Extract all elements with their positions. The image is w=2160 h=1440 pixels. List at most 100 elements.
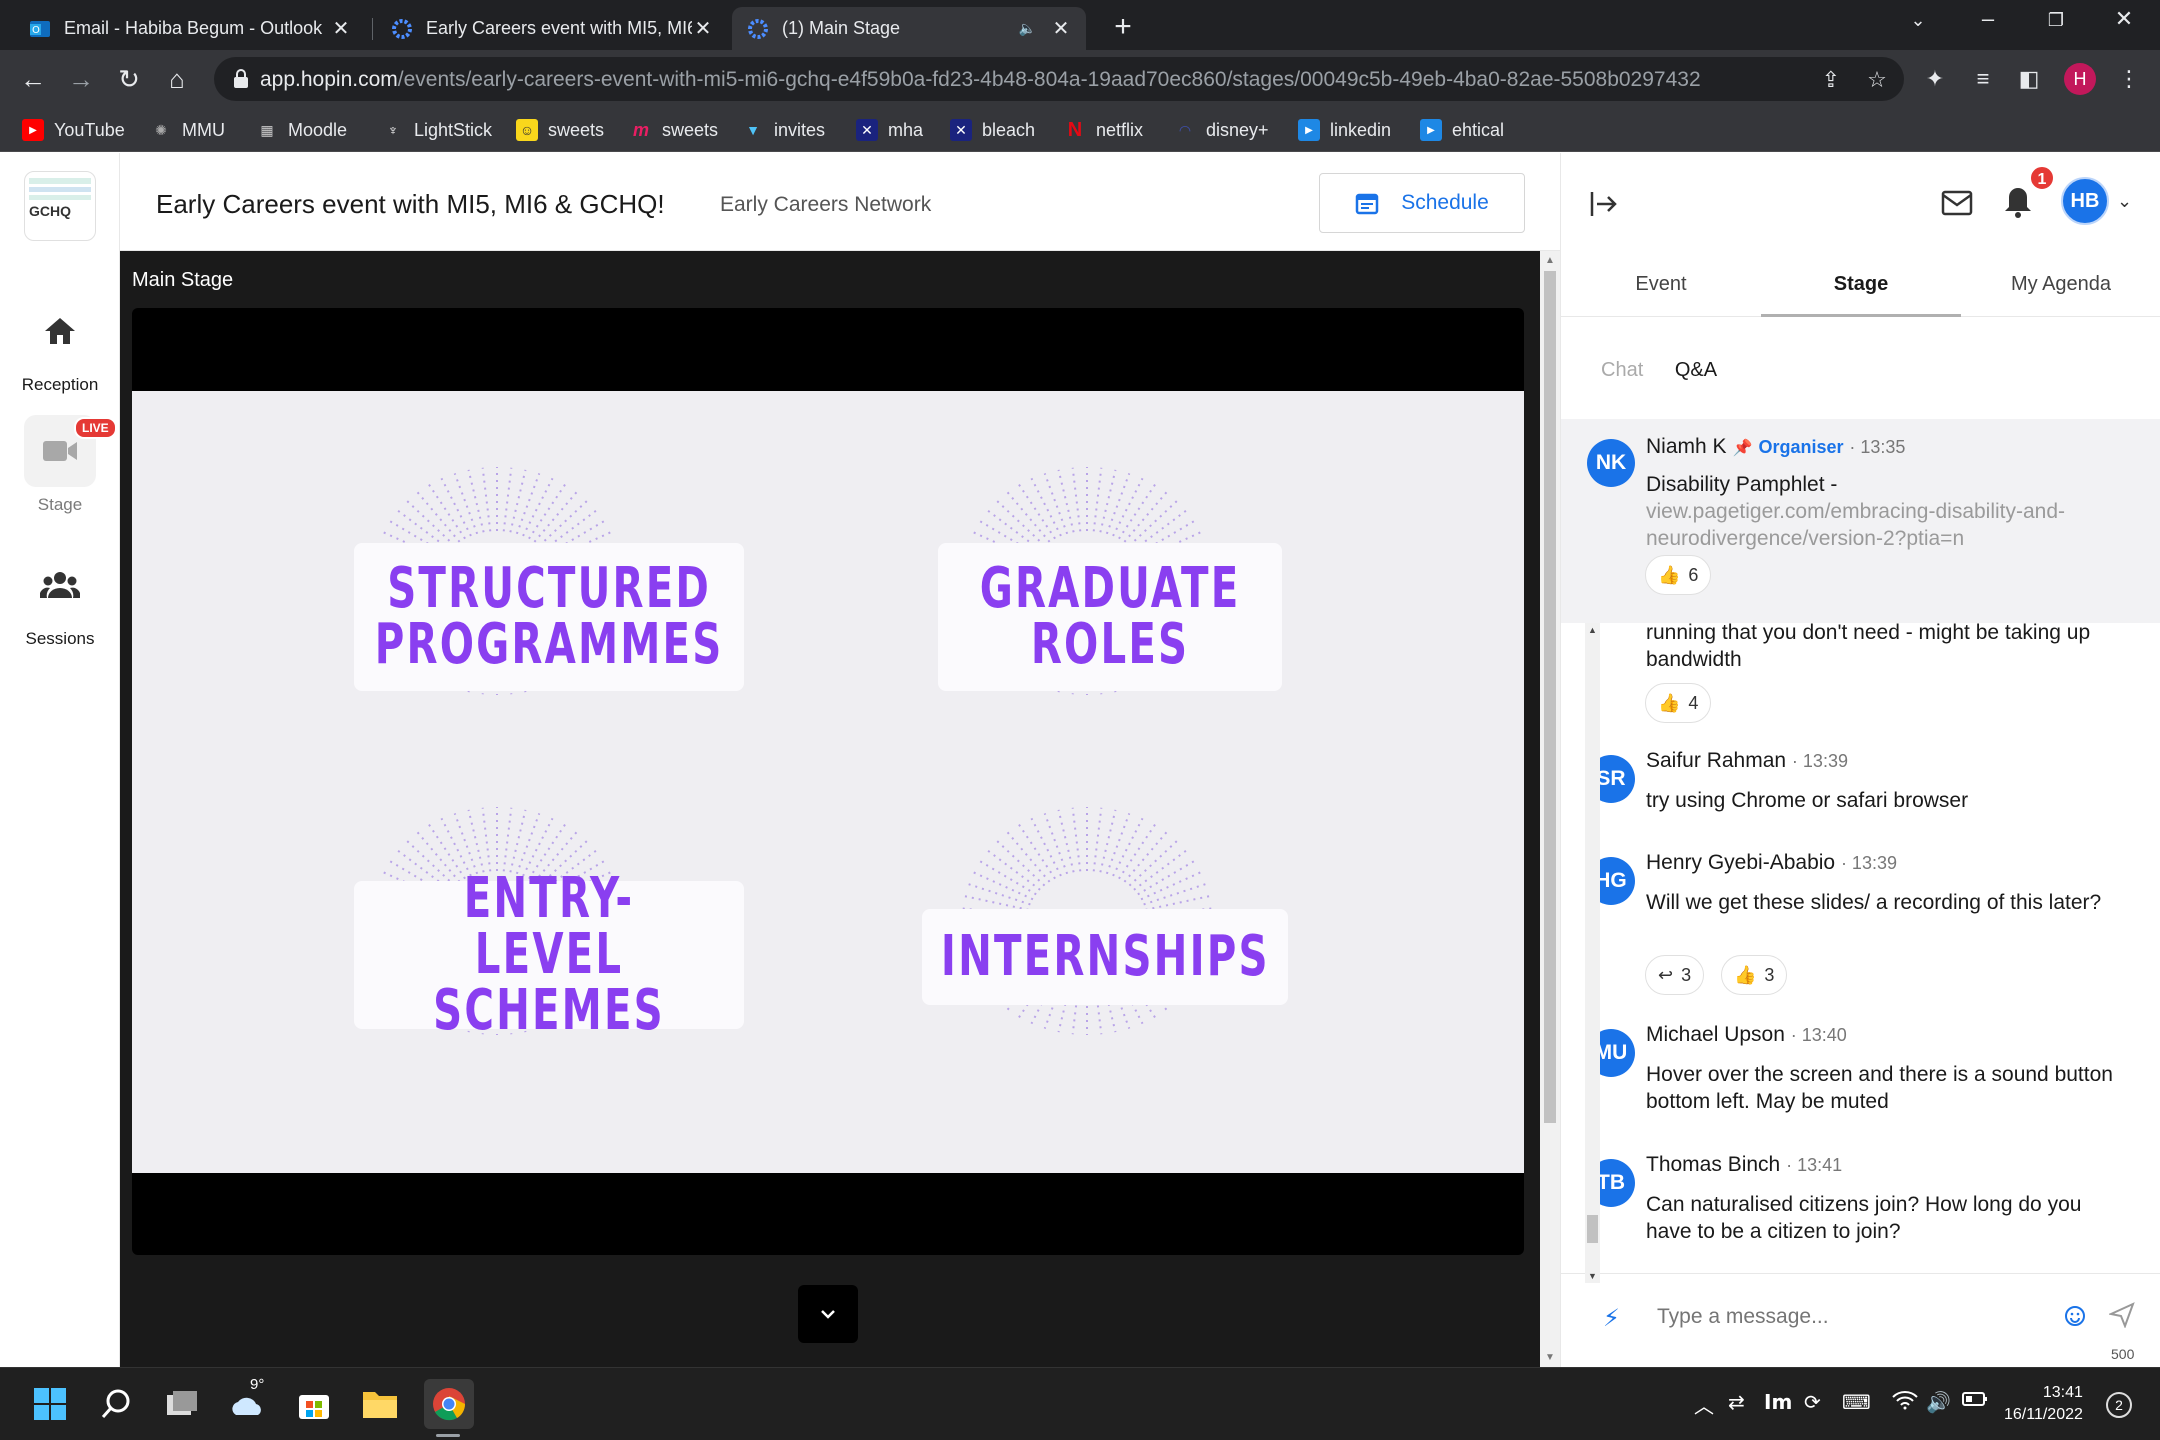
weather-icon[interactable]: 9° — [226, 1376, 270, 1426]
side-panel-icon[interactable]: ◧ — [2012, 62, 2046, 96]
send-icon[interactable] — [2109, 1302, 2135, 1328]
message-link[interactable]: view.pagetiger.com/embracing-disability-… — [1646, 498, 2126, 552]
volume-icon[interactable]: 🔊 — [1926, 1390, 1951, 1415]
subtab-qa[interactable]: Q&A — [1675, 359, 1717, 381]
message-time: · 13:40 — [1790, 1025, 1847, 1045]
profile-avatar[interactable]: H — [2064, 63, 2096, 95]
audio-playing-icon[interactable]: 🔈 — [1019, 20, 1036, 37]
keyboard-icon[interactable]: ⌨ — [1842, 1390, 1871, 1415]
chrome-icon[interactable] — [424, 1379, 474, 1429]
organizer-name[interactable]: Early Careers Network — [720, 193, 931, 217]
restore-button[interactable]: ❐ — [2036, 10, 2076, 31]
message-input[interactable] — [1657, 1292, 2057, 1342]
share-icon[interactable]: ⇪ — [1818, 67, 1844, 93]
sunburst-ray — [481, 807, 492, 872]
search-icon[interactable] — [94, 1382, 138, 1426]
sunburst-ray — [1043, 473, 1069, 535]
event-logo[interactable]: GCHQ — [24, 171, 96, 241]
expand-chevron-button[interactable] — [798, 1285, 858, 1343]
bookmark-star-icon[interactable]: ☆ — [1864, 67, 1890, 93]
bookmark-mmu[interactable]: ✺ MMU — [150, 116, 225, 144]
bookmark-ehtical[interactable]: ▶ ehtical — [1420, 116, 1504, 144]
sunburst-ray — [509, 469, 527, 533]
minimize-button[interactable]: – — [1968, 6, 2008, 32]
like-reaction-button[interactable]: 👍 6 — [1645, 555, 1712, 595]
emoji-icon[interactable] — [2063, 1304, 2087, 1328]
like-reaction-button[interactable]: 👍 3 — [1721, 955, 1788, 995]
like-reaction-button[interactable]: 👍 4 — [1645, 683, 1712, 723]
chevron-down-icon[interactable]: ⌄ — [2117, 191, 2132, 212]
bookmark-moodle[interactable]: ▦ Moodle — [256, 116, 347, 144]
tab-outlook[interactable]: O Email - Habiba Begum - Outlook ✕ — [14, 7, 366, 50]
tab-event[interactable]: Event — [1561, 251, 1761, 317]
tab-my-agenda[interactable]: My Agenda — [1961, 251, 2160, 317]
bookmark-label: Moodle — [288, 119, 348, 140]
close-tab-icon[interactable]: ✕ — [1050, 16, 1072, 41]
video-player[interactable]: STRUCTURED PROGRAMMES GRADUATE ROLES ENTRY… — [132, 308, 1524, 1255]
bookmark-sweets[interactable]: ☺ sweets — [516, 116, 604, 144]
bookmark-invites[interactable]: ▼ invites — [742, 116, 825, 144]
bookmark-netflix[interactable]: Nnetflix — [1064, 116, 1143, 144]
sunburst-ray — [467, 469, 485, 533]
reload-icon[interactable]: ↻ — [112, 62, 146, 96]
close-window-button[interactable]: ✕ — [2104, 6, 2144, 32]
bookmark-sweets-2[interactable]: m sweets — [630, 116, 718, 144]
user-avatar[interactable]: HB — [2061, 177, 2109, 225]
tab-stage[interactable]: Stage — [1761, 251, 1961, 317]
nav-reception[interactable]: Reception — [0, 295, 120, 395]
collapse-panel-icon[interactable] — [1589, 189, 1619, 219]
microsoft-store-icon[interactable] — [292, 1382, 336, 1426]
sunburst-ray — [1092, 807, 1103, 872]
media-icon[interactable]: Ⅰⅿ — [1764, 1390, 1792, 1415]
nav-sessions[interactable]: Sessions — [0, 549, 120, 649]
event-title: Early Careers event with MI5, MI6 & GCHQ… — [156, 189, 665, 219]
show-hidden-icons[interactable]: ︿ — [1694, 1390, 1714, 1419]
scrollbar-thumb[interactable] — [1587, 1215, 1598, 1243]
bookmark-mha[interactable]: ✕ mha — [856, 116, 923, 144]
sunburst-ray — [1092, 467, 1103, 532]
bookmark-bleach[interactable]: ✕ bleach — [950, 116, 1035, 144]
forward-icon[interactable]: → — [64, 62, 98, 96]
tab-search-icon[interactable]: ⌄ — [1898, 10, 1938, 31]
lightning-icon[interactable]: ⚡ — [1603, 1304, 1620, 1333]
bell-icon[interactable] — [2003, 185, 2033, 219]
sunburst-ray — [1128, 499, 1179, 547]
browser-toolbar: ← → ↻ ⌂ app.hopin.com/events/early-caree… — [0, 50, 2160, 108]
address-bar[interactable]: app.hopin.com/events/early-careers-event… — [214, 57, 1904, 101]
scrollbar-thumb[interactable] — [1544, 271, 1556, 1123]
close-tab-icon[interactable]: ✕ — [330, 16, 352, 41]
close-tab-icon[interactable]: ✕ — [692, 16, 714, 41]
extensions-icon[interactable]: ✦ — [1918, 62, 1952, 96]
chat-scrollbar[interactable]: ▲ ▼ — [1585, 623, 1600, 1283]
tab-main-stage[interactable]: (1) Main Stage 🔈 ✕ — [732, 7, 1086, 50]
card-line: PROGRAMMES — [374, 612, 724, 677]
sunburst-ray — [428, 483, 466, 540]
home-icon[interactable]: ⌂ — [160, 62, 194, 96]
task-view-icon[interactable] — [160, 1382, 204, 1426]
tab-early-careers[interactable]: Early Careers event with MI5, MI6 ✕ — [376, 7, 728, 50]
sync-icon[interactable]: ⟳ — [1804, 1390, 1821, 1415]
network-usage-icon[interactable]: ⇄ — [1728, 1390, 1745, 1415]
file-explorer-icon[interactable] — [358, 1382, 402, 1426]
stage-scrollbar[interactable]: ▲ ▼ — [1540, 251, 1560, 1367]
subtab-chat[interactable]: Chat — [1601, 359, 1643, 381]
system-clock[interactable]: 13:41 16/11/2022 — [2004, 1382, 2083, 1426]
new-tab-button[interactable]: + — [1108, 10, 1138, 44]
sunburst-ray — [965, 882, 1031, 906]
battery-icon[interactable] — [1962, 1390, 1988, 1413]
schedule-button[interactable]: Schedule — [1319, 173, 1525, 233]
bookmark-youtube[interactable]: ▶ YouTube — [22, 116, 125, 144]
windows-start-icon[interactable] — [28, 1382, 72, 1426]
mail-icon[interactable] — [1941, 189, 1973, 217]
wifi-icon[interactable] — [1892, 1390, 1918, 1416]
bookmark-linkedin[interactable]: ▶ linkedin — [1298, 116, 1391, 144]
reply-button[interactable]: ↩ 3 — [1645, 955, 1705, 995]
bookmark-label: bleach — [982, 119, 1036, 140]
bookmark-disney[interactable]: ◠ disney+ — [1174, 116, 1269, 144]
bookmark-lightstick[interactable]: ♆ LightStick — [382, 116, 492, 144]
menu-icon[interactable]: ⋮ — [2112, 62, 2146, 96]
organiser-badge: Organiser — [1758, 437, 1844, 457]
notification-center-badge[interactable]: 2 — [2106, 1392, 2132, 1418]
media-control-icon[interactable]: ≡ — [1966, 62, 2000, 96]
back-icon[interactable]: ← — [16, 62, 50, 96]
